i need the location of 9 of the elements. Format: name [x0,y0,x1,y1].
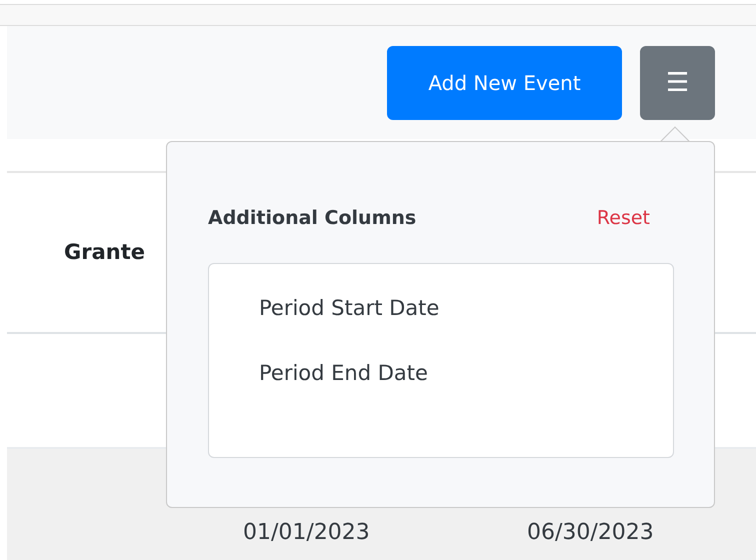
column-option[interactable]: Period End Date [259,362,428,384]
column-header: Grante [64,238,145,266]
menu-button[interactable]: ☰ [640,46,715,120]
table-cell-text: 06/30/2023 [527,519,654,547]
reset-link[interactable]: Reset [596,204,650,232]
add-new-event-button[interactable]: Add New Event [387,46,622,120]
popover-title: Additional Columns [208,206,416,231]
table-cell-text: 01/01/2023 [243,519,370,547]
column-option[interactable]: Period Start Date [259,298,440,318]
